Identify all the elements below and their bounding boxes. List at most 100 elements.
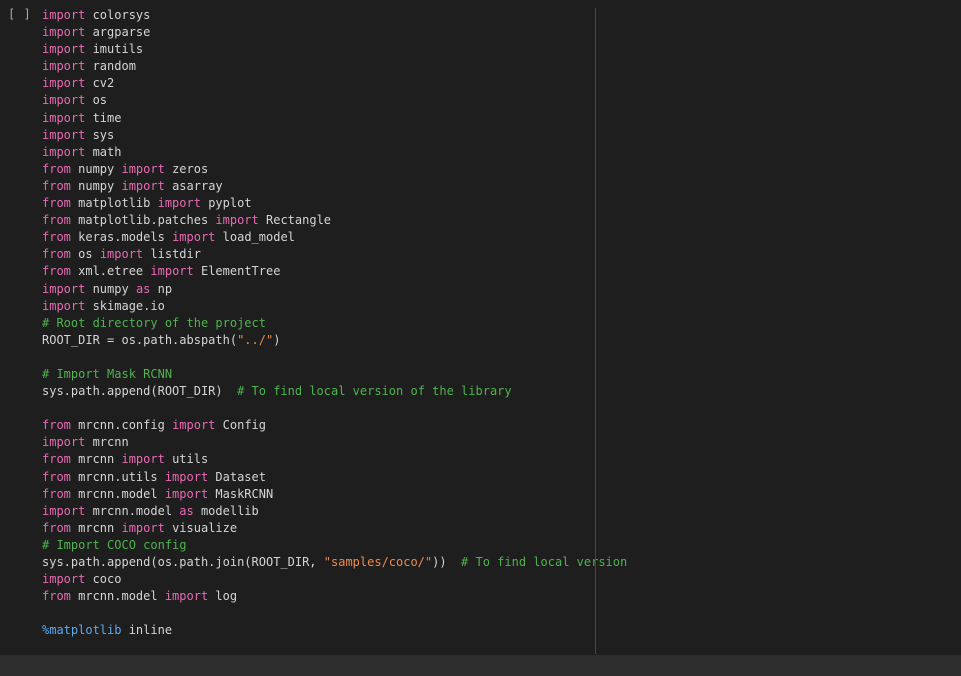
code-token: Dataset xyxy=(208,469,266,484)
code-token: sys xyxy=(85,127,115,142)
code-token: numpy xyxy=(85,281,136,296)
code-token: keras.models xyxy=(70,230,173,245)
code-line: from matplotlib.patches import Rectangle xyxy=(42,212,627,229)
code-line: import coco xyxy=(42,571,627,588)
code-token: as xyxy=(179,503,194,518)
code-token: import xyxy=(121,520,165,535)
code-token: np xyxy=(150,281,173,296)
code-line: from keras.models import load_model xyxy=(42,229,627,246)
code-token: sys.path.append(os.path.join(ROOT_DIR, xyxy=(42,555,324,569)
code-token: skimage.io xyxy=(85,298,165,313)
code-line: %matplotlib inline xyxy=(42,622,627,639)
code-line: import imutils xyxy=(42,41,627,58)
code-token: import xyxy=(42,503,86,518)
code-line: from os import listdir xyxy=(42,246,627,263)
code-line: from mrcnn.utils import Dataset xyxy=(42,469,627,486)
code-token: from xyxy=(42,469,71,484)
code-token: from xyxy=(42,452,71,467)
code-line: import mrcnn.model as modellib xyxy=(42,503,627,520)
code-line: from mrcnn.model import MaskRCNN xyxy=(42,486,627,503)
code-token: os xyxy=(70,247,100,262)
code-token: import xyxy=(99,247,144,262)
code-token: import xyxy=(42,127,86,142)
code-line: from mrcnn import utils xyxy=(42,451,627,468)
code-line: import skimage.io xyxy=(42,298,627,315)
code-token: from xyxy=(42,486,71,501)
code-line: import sys xyxy=(42,127,627,144)
code-token: utils xyxy=(164,452,209,467)
code-editor[interactable]: import colorsys import argparse import imu… xyxy=(42,7,627,639)
code-token: load_model xyxy=(215,230,295,245)
code-token: numpy xyxy=(70,178,122,193)
code-token: from xyxy=(42,178,71,193)
code-token: os xyxy=(85,93,108,108)
code-line: import cv2 xyxy=(42,75,627,92)
code-token: import xyxy=(42,93,86,108)
code-token: # Import Mask RCNN xyxy=(42,366,173,381)
code-token: import xyxy=(42,25,86,40)
code-token: ROOT_DIR = os.path.abspath( xyxy=(42,332,238,347)
code-line: import numpy as np xyxy=(42,281,627,298)
code-token: mrcnn xyxy=(85,435,129,450)
code-token: import xyxy=(42,59,86,74)
code-token: import xyxy=(121,178,165,193)
code-token: math xyxy=(85,144,122,159)
code-line: import random xyxy=(42,58,627,75)
code-token: imutils xyxy=(85,42,144,57)
code-line: # Root directory of the project xyxy=(42,315,627,332)
code-token: Config xyxy=(215,418,266,433)
code-token: ) xyxy=(273,332,281,347)
code-token: from xyxy=(42,161,71,176)
code-token: import xyxy=(164,589,209,604)
code-token: import xyxy=(121,452,165,467)
code-token: mrcnn.model xyxy=(70,486,165,501)
code-token: from xyxy=(42,264,71,279)
code-token: from xyxy=(42,213,71,228)
status-bar xyxy=(0,655,961,676)
code-cell[interactable]: [ ] import colorsys import argparse import… xyxy=(0,0,961,655)
code-line: from matplotlib import pyplot xyxy=(42,195,627,212)
code-token: mrcnn.utils xyxy=(70,469,165,484)
code-token: matplotlib.patches xyxy=(70,213,216,228)
code-token: import xyxy=(121,161,165,176)
code-token: coco xyxy=(85,572,122,587)
code-token: from xyxy=(42,418,71,433)
code-token: import xyxy=(42,281,86,296)
code-token: import xyxy=(172,230,216,245)
code-line: # Import Mask RCNN xyxy=(42,366,627,383)
code-token: modellib xyxy=(193,503,259,518)
code-token: asarray xyxy=(164,178,223,193)
code-token: "samples/coco/" xyxy=(323,555,433,569)
code-token: import xyxy=(42,8,86,22)
code-line: sys.path.append(ROOT_DIR) # To find loca… xyxy=(42,383,627,400)
code-token: ElementTree xyxy=(193,264,281,279)
code-line: from xml.etree import ElementTree xyxy=(42,263,627,280)
notebook-page: [ ] import colorsys import argparse import… xyxy=(0,0,961,676)
code-token: MaskRCNN xyxy=(208,486,274,501)
code-token: "../" xyxy=(237,332,274,347)
code-line: import mrcnn xyxy=(42,434,627,451)
code-token: visualize xyxy=(164,520,238,535)
code-token: # Root directory of the project xyxy=(42,315,266,330)
code-token: listdir xyxy=(143,247,201,262)
code-line: sys.path.append(os.path.join(ROOT_DIR, "… xyxy=(42,554,627,571)
code-line: from mrcnn.model import log xyxy=(42,588,627,605)
cell-run-indicator[interactable]: [ ] xyxy=(8,7,31,21)
code-line: from numpy import asarray xyxy=(42,178,627,195)
code-token: import xyxy=(42,435,86,450)
code-token: import xyxy=(215,213,259,228)
code-token: from xyxy=(42,247,71,262)
code-token: import xyxy=(164,469,209,484)
code-token: import xyxy=(150,264,194,279)
code-token: argparse xyxy=(85,25,151,40)
code-token: )) xyxy=(432,555,462,569)
code-line: import time xyxy=(42,110,627,127)
code-token: import xyxy=(42,76,86,91)
code-token: # To find local version xyxy=(461,555,628,569)
code-token: mrcnn xyxy=(70,520,122,535)
code-token: from xyxy=(42,520,71,535)
code-token: Rectangle xyxy=(258,213,332,228)
code-line: from numpy import zeros xyxy=(42,161,627,178)
